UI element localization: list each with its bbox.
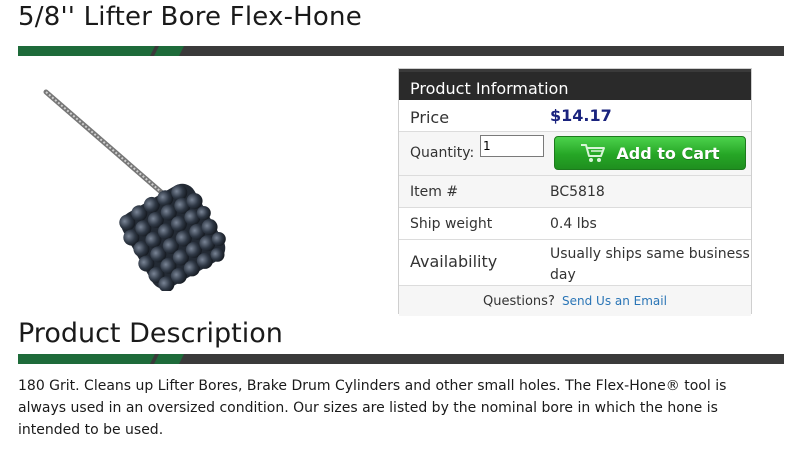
ship-weight-label: Ship weight bbox=[410, 216, 493, 232]
product-image bbox=[40, 86, 240, 293]
availability-label: Availability bbox=[410, 252, 498, 271]
section-heading: Product Description bbox=[18, 318, 283, 349]
quantity-input[interactable] bbox=[480, 135, 544, 157]
item-number-label: Item # bbox=[410, 184, 459, 200]
product-info-box: Product Information Price $14.17 Quantit… bbox=[398, 68, 752, 316]
questions-label: Questions? bbox=[483, 294, 555, 309]
add-to-cart-button[interactable]: Add to Cart bbox=[554, 136, 746, 170]
ship-weight-value: 0.4 lbs bbox=[550, 216, 597, 232]
quantity-label: Quantity: bbox=[410, 145, 475, 161]
item-number-row: Item # BC5818 bbox=[399, 176, 751, 208]
page-title: 5/8'' Lifter Bore Flex-Hone bbox=[18, 2, 362, 32]
description-divider bbox=[18, 354, 784, 364]
title-divider bbox=[18, 46, 784, 56]
item-number-value: BC5818 bbox=[550, 184, 605, 200]
send-email-link[interactable]: Send Us an Email bbox=[562, 294, 667, 308]
price-value: $14.17 bbox=[550, 106, 612, 125]
product-info-header: Product Information bbox=[399, 69, 751, 100]
shopping-cart-icon bbox=[580, 143, 606, 163]
price-label: Price bbox=[410, 108, 450, 127]
availability-row: Availability Usually ships same business… bbox=[399, 240, 751, 286]
add-to-cart-label: Add to Cart bbox=[616, 143, 720, 163]
questions-row: Questions? Send Us an Email bbox=[399, 286, 751, 316]
availability-value: Usually ships same business day bbox=[550, 246, 750, 283]
quantity-row: Quantity: Add to Cart bbox=[399, 132, 751, 176]
price-row: Price $14.17 bbox=[399, 100, 751, 132]
product-description: 180 Grit. Cleans up Lifter Bores, Brake … bbox=[18, 378, 727, 438]
ship-weight-row: Ship weight 0.4 lbs bbox=[399, 208, 751, 240]
